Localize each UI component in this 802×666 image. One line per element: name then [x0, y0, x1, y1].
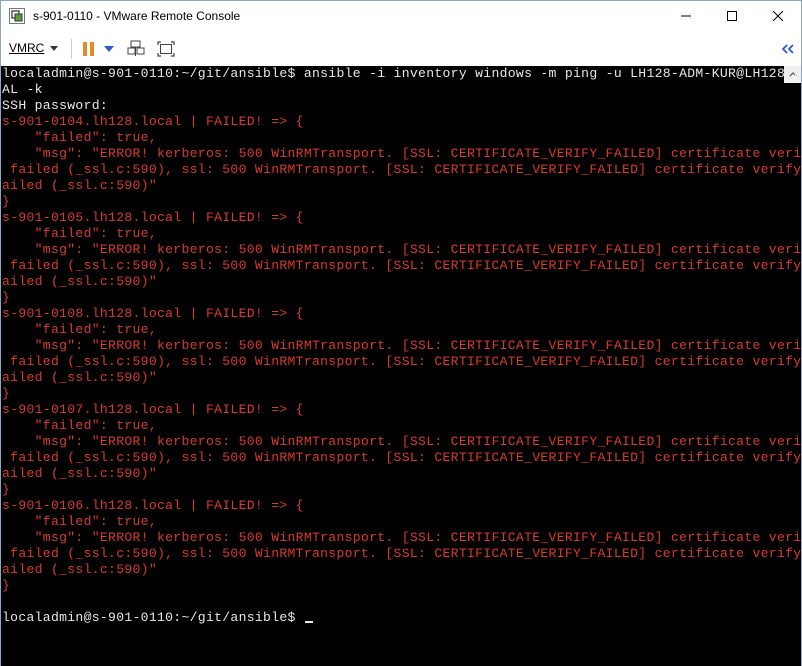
minimize-button[interactable] — [663, 1, 709, 31]
terminal-line: failed (_ssl.c:590), ssl: 500 WinRMTrans… — [2, 546, 801, 562]
terminal-line: ailed (_ssl.c:590)" — [2, 178, 801, 194]
terminal-line: localadmin@s-901-0110:~/git/ansible$ ans… — [2, 66, 801, 82]
send-ctrl-alt-del-button[interactable] — [127, 39, 145, 59]
terminal-line: s-901-0106.lh128.local | FAILED! => { — [2, 498, 801, 514]
error-text: failed (_ssl.c:590), ssl: 500 WinRMTrans… — [2, 162, 801, 177]
terminal-line: "failed": true, — [2, 514, 801, 530]
error-text: } — [2, 386, 11, 401]
send-ctrl-alt-del-icon — [127, 40, 145, 56]
pause-button[interactable] — [81, 39, 97, 59]
error-text: ailed (_ssl.c:590)" — [2, 274, 157, 289]
terminal-line: "msg": "ERROR! kerberos: 500 WinRMTransp… — [2, 146, 801, 162]
console-text: localadmin@s-901-0110:~/git/ansible$ ans… — [2, 66, 801, 81]
window-title: s-901-0110 - VMware Remote Console — [33, 9, 241, 23]
error-text: } — [2, 290, 11, 305]
error-text: s-901-0108.lh128.local | FAILED! => { — [2, 306, 304, 321]
terminal-line: ailed (_ssl.c:590)" — [2, 370, 801, 386]
terminal-line: s-901-0105.lh128.local | FAILED! => { — [2, 210, 801, 226]
error-text: "msg": "ERROR! kerberos: 500 WinRMTransp… — [2, 146, 801, 161]
error-text: } — [2, 482, 11, 497]
error-text: } — [2, 194, 11, 209]
terminal-line: } — [2, 386, 801, 402]
error-text: failed (_ssl.c:590), ssl: 500 WinRMTrans… — [2, 354, 801, 369]
terminal-line: failed (_ssl.c:590), ssl: 500 WinRMTrans… — [2, 450, 801, 466]
toolbar: VMRC — [1, 31, 801, 67]
chevron-down-icon — [50, 45, 59, 51]
power-options-dropdown[interactable] — [103, 39, 115, 59]
terminal-line: localadmin@s-901-0110:~/git/ansible$ — [2, 610, 801, 626]
error-text: s-901-0106.lh128.local | FAILED! => { — [2, 498, 304, 513]
error-text: } — [2, 578, 11, 593]
error-text: s-901-0104.lh128.local | FAILED! => { — [2, 114, 304, 129]
terminal-line: "msg": "ERROR! kerberos: 500 WinRMTransp… — [2, 242, 801, 258]
minimize-icon — [681, 15, 691, 17]
maximize-icon — [727, 11, 737, 21]
close-button[interactable] — [755, 1, 801, 31]
terminal-line: "failed": true, — [2, 226, 801, 242]
maximize-button[interactable] — [709, 1, 755, 31]
error-text: ailed (_ssl.c:590)" — [2, 466, 157, 481]
error-text: "failed": true, — [2, 226, 157, 241]
fullscreen-icon — [157, 41, 175, 57]
terminal-line: failed (_ssl.c:590), ssl: 500 WinRMTrans… — [2, 354, 801, 370]
terminal-line: } — [2, 290, 801, 306]
double-chevron-left-icon — [782, 44, 794, 54]
error-text: s-901-0105.lh128.local | FAILED! => { — [2, 210, 304, 225]
terminal-line: ailed (_ssl.c:590)" — [2, 562, 801, 578]
terminal-line: } — [2, 578, 801, 594]
terminal-line: "msg": "ERROR! kerberos: 500 WinRMTransp… — [2, 338, 801, 354]
vmrc-window: s-901-0110 - VMware Remote Console VMRC — [0, 0, 802, 666]
title-bar[interactable]: s-901-0110 - VMware Remote Console — [1, 1, 801, 31]
terminal-line: "failed": true, — [2, 130, 801, 146]
terminal-line: AL -k — [2, 82, 801, 98]
fullscreen-button[interactable] — [157, 39, 175, 59]
terminal-line: s-901-0107.lh128.local | FAILED! => { — [2, 402, 801, 418]
terminal-line: failed (_ssl.c:590), ssl: 500 WinRMTrans… — [2, 258, 801, 274]
vmware-app-icon — [9, 8, 25, 24]
error-text: ailed (_ssl.c:590)" — [2, 370, 157, 385]
terminal-output: localadmin@s-901-0110:~/git/ansible$ ans… — [2, 66, 801, 626]
terminal-line: ailed (_ssl.c:590)" — [2, 274, 801, 290]
error-text: ailed (_ssl.c:590)" — [2, 178, 157, 193]
collapse-library-button[interactable] — [781, 39, 795, 59]
dropdown-arrow-icon — [104, 46, 114, 52]
error-text: s-901-0107.lh128.local | FAILED! => { — [2, 402, 304, 417]
console-text: SSH password: — [2, 98, 109, 113]
terminal-line: } — [2, 482, 801, 498]
terminal-line: "failed": true, — [2, 418, 801, 434]
error-text: "failed": true, — [2, 514, 157, 529]
vmrc-menu-label: VMRC — [9, 41, 45, 55]
terminal-line: "msg": "ERROR! kerberos: 500 WinRMTransp… — [2, 530, 801, 546]
terminal-line: s-901-0104.lh128.local | FAILED! => { — [2, 114, 801, 130]
terminal-line: failed (_ssl.c:590), ssl: 500 WinRMTrans… — [2, 162, 801, 178]
terminal-line: "failed": true, — [2, 322, 801, 338]
error-text: "failed": true, — [2, 418, 157, 433]
console-text: localadmin@s-901-0110:~/git/ansible$ — [2, 610, 304, 625]
error-text: "msg": "ERROR! kerberos: 500 WinRMTransp… — [2, 338, 801, 353]
terminal-line: s-901-0108.lh128.local | FAILED! => { — [2, 306, 801, 322]
close-icon — [773, 11, 783, 21]
error-text: failed (_ssl.c:590), ssl: 500 WinRMTrans… — [2, 546, 801, 561]
console-text: AL -k — [2, 82, 43, 97]
error-text: "failed": true, — [2, 322, 157, 337]
terminal-line: } — [2, 194, 801, 210]
toolbar-divider — [71, 39, 72, 59]
error-text: failed (_ssl.c:590), ssl: 500 WinRMTrans… — [2, 258, 801, 273]
error-text: "failed": true, — [2, 130, 157, 145]
terminal-line: SSH password: — [2, 98, 801, 114]
vmrc-menu-button[interactable]: VMRC — [9, 39, 59, 57]
error-text: failed (_ssl.c:590), ssl: 500 WinRMTrans… — [2, 450, 801, 465]
terminal-line: ailed (_ssl.c:590)" — [2, 466, 801, 482]
error-text: "msg": "ERROR! kerberos: 500 WinRMTransp… — [2, 242, 801, 257]
pause-icon — [83, 42, 94, 56]
text-cursor — [304, 621, 313, 623]
error-text: ailed (_ssl.c:590)" — [2, 562, 157, 577]
terminal-line: "msg": "ERROR! kerberos: 500 WinRMTransp… — [2, 434, 801, 450]
error-text: "msg": "ERROR! kerberos: 500 WinRMTransp… — [2, 434, 801, 449]
error-text: "msg": "ERROR! kerberos: 500 WinRMTransp… — [2, 530, 801, 545]
console-screen[interactable]: localadmin@s-901-0110:~/git/ansible$ ans… — [1, 66, 801, 666]
